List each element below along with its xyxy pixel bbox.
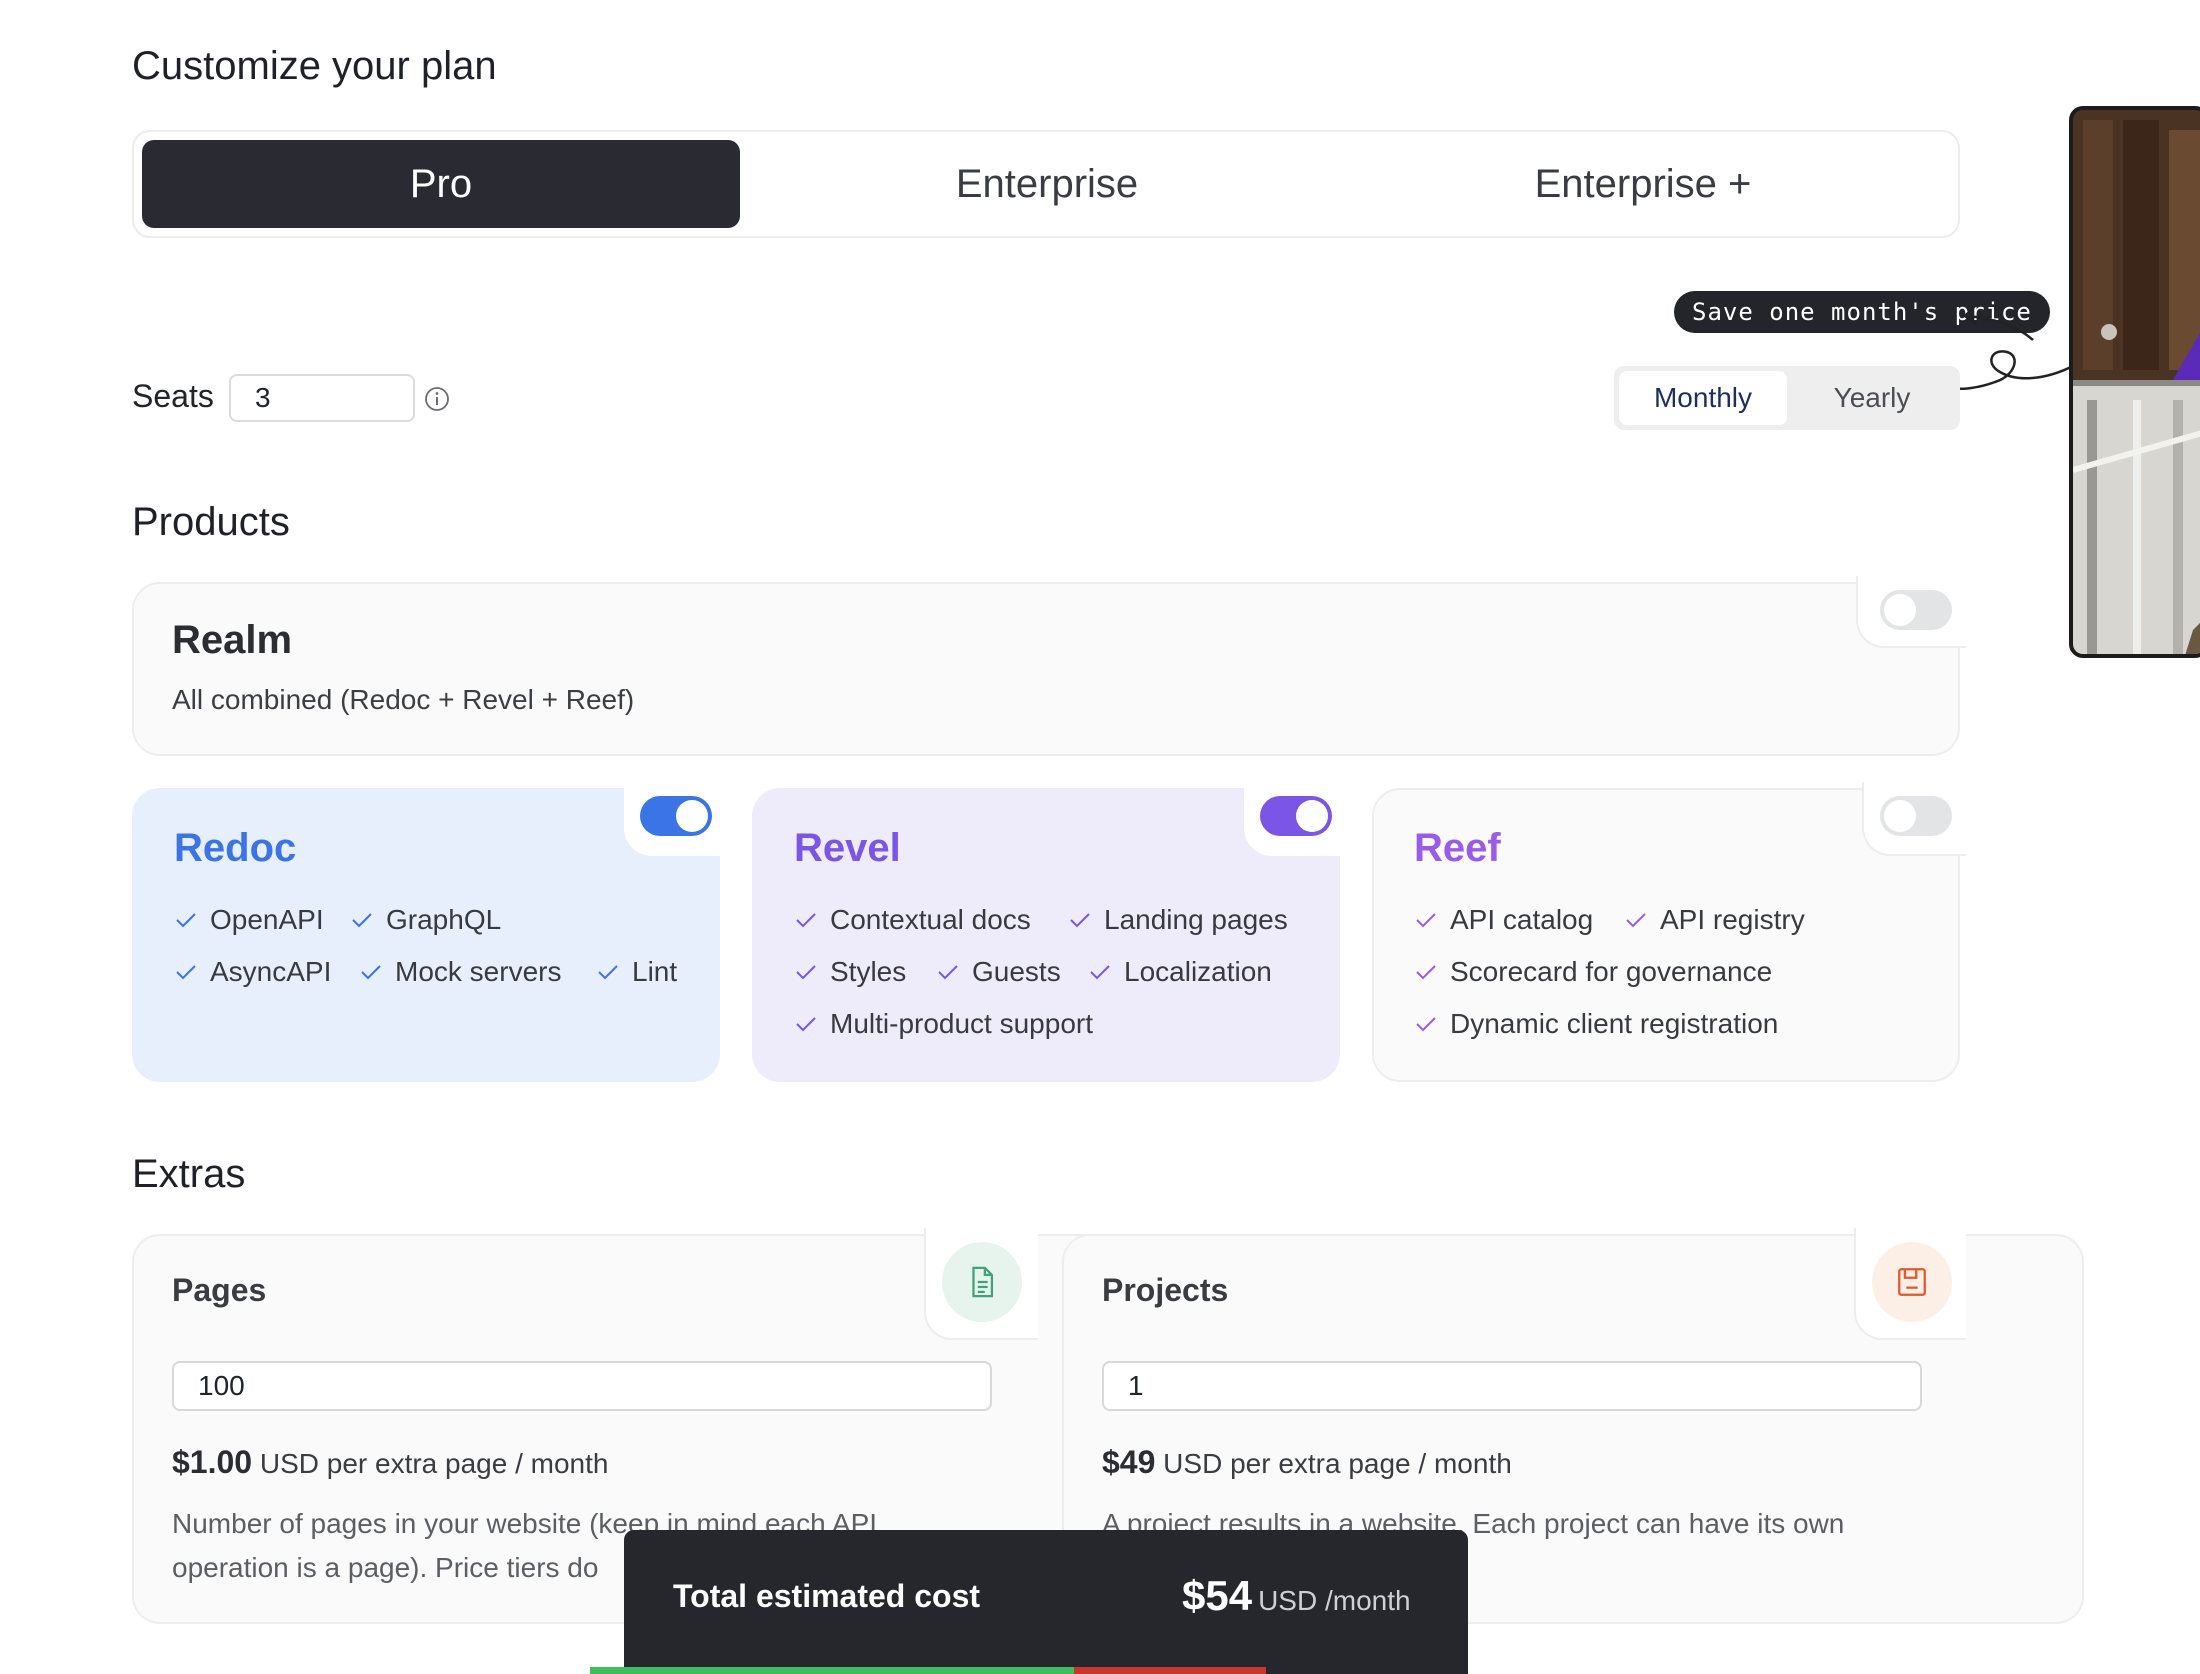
products-heading: Products [132, 500, 290, 544]
realm-card[interactable] [132, 582, 1960, 756]
pages-price-unit: USD per extra page / month [259, 1448, 609, 1479]
feature-label: Scorecard for governance [1450, 956, 1773, 987]
feature-label: Localization [1124, 956, 1272, 987]
tab-enterprise[interactable]: Enterprise [748, 140, 1346, 228]
redoc-toggle[interactable] [640, 796, 712, 836]
floppy-glyph [1898, 1268, 1926, 1296]
check-icon [176, 913, 196, 928]
check-icon [352, 913, 372, 928]
feature-item: Mock servers [359, 956, 561, 988]
reef-toggle[interactable] [1880, 796, 1952, 836]
toggle-knob [1884, 800, 1916, 832]
feature-item: OpenAPI [174, 904, 324, 936]
check-icon [176, 965, 196, 980]
toggle-knob [1884, 594, 1916, 626]
check-icon [1626, 913, 1646, 928]
feature-item: AsyncAPI [174, 956, 331, 988]
total-label: Total estimated cost [673, 1578, 981, 1614]
projects-title: Projects [1102, 1272, 1229, 1308]
feature-item: API registry [1624, 904, 1805, 936]
info-icon[interactable] [424, 386, 450, 412]
feature-label: API registry [1660, 904, 1805, 935]
seats-input[interactable]: 3 [229, 374, 415, 422]
projects-input[interactable]: 1 [1102, 1361, 1922, 1411]
seats-label: Seats [132, 378, 214, 414]
realm-title: Realm [172, 618, 293, 662]
check-icon [796, 965, 816, 980]
feature-item: Guests [936, 956, 1061, 988]
progress-segment-red [1074, 1667, 1266, 1674]
feature-item: Lint [596, 956, 677, 988]
feature-label: AsyncAPI [210, 956, 332, 987]
feature-label: Multi-product support [830, 1008, 1094, 1039]
total-amount-unit: USD /month [1258, 1585, 1411, 1616]
arrow-doodle-icon [1955, 305, 2074, 390]
extras-heading: Extras [132, 1152, 246, 1196]
check-icon [598, 965, 618, 980]
total-amount: $54 USD /month [1182, 1572, 1411, 1620]
feature-label: OpenAPI [210, 904, 324, 935]
feature-item: API catalog [1414, 904, 1593, 936]
projects-price-unit: USD per extra page / month [1163, 1448, 1512, 1479]
video-thumbnail[interactable] [2069, 106, 2200, 658]
page-title: Customize your plan [132, 44, 497, 88]
check-icon [1416, 965, 1436, 980]
tab-enterprise-plus[interactable]: Enterprise + [1344, 140, 1942, 228]
feature-item: Multi-product support [794, 1008, 1093, 1040]
check-icon [1070, 913, 1090, 928]
reef-title: Reef [1414, 826, 1501, 870]
check-icon [1416, 913, 1436, 928]
feature-label: Guests [972, 956, 1061, 987]
check-icon [361, 965, 381, 980]
total-amount-value: $54 [1182, 1572, 1253, 1619]
feature-label: Contextual docs [830, 904, 1031, 935]
billing-period-toggle: Monthly Yearly [1614, 366, 1960, 430]
check-icon [1090, 965, 1110, 980]
floppy-icon [1872, 1242, 1952, 1322]
feature-item: Localization [1088, 956, 1272, 988]
toggle-knob [676, 800, 708, 832]
check-icon [796, 1017, 816, 1032]
feature-item: Styles [794, 956, 906, 988]
feature-label: API catalog [1450, 904, 1594, 935]
revel-toggle[interactable] [1260, 796, 1332, 836]
projects-price: $49 USD per extra page / month [1102, 1444, 1512, 1481]
progress-segment-dark [1266, 1667, 1468, 1674]
check-icon [1416, 1017, 1436, 1032]
check-icon [938, 965, 958, 980]
video-frame-image [2073, 110, 2200, 654]
feature-label: Landing pages [1104, 904, 1288, 935]
plan-tabs: Pro Enterprise Enterprise + [132, 130, 1960, 238]
revel-title: Revel [794, 826, 901, 870]
feature-label: Dynamic client registration [1450, 1008, 1779, 1039]
document-glyph [972, 1266, 994, 1298]
feature-label: Styles [830, 956, 907, 987]
pages-price: $1.00 USD per extra page / month [172, 1444, 608, 1481]
feature-label: Lint [632, 956, 678, 987]
toggle-knob [1296, 800, 1328, 832]
document-icon [942, 1242, 1022, 1322]
feature-item: Dynamic client registration [1414, 1008, 1778, 1040]
feature-item: Scorecard for governance [1414, 956, 1772, 988]
realm-subtitle: All combined (Redoc + Revel + Reef) [172, 684, 635, 715]
check-icon [796, 913, 816, 928]
pages-title: Pages [172, 1272, 267, 1308]
redoc-title: Redoc [174, 826, 297, 870]
feature-item: GraphQL [350, 904, 501, 936]
realm-toggle[interactable] [1880, 590, 1952, 630]
billing-monthly[interactable]: Monthly [1619, 371, 1787, 425]
feature-label: Mock servers [395, 956, 562, 987]
projects-price-amount: $49 [1102, 1444, 1156, 1480]
pages-input[interactable]: 100 [172, 1361, 992, 1411]
progress-segment-green [590, 1667, 1074, 1674]
feature-item: Contextual docs [794, 904, 1031, 936]
billing-yearly[interactable]: Yearly [1789, 371, 1955, 425]
pages-price-amount: $1.00 [172, 1444, 253, 1480]
feature-label: GraphQL [386, 904, 502, 935]
feature-item: Landing pages [1068, 904, 1288, 936]
tab-pro[interactable]: Pro [142, 140, 740, 228]
